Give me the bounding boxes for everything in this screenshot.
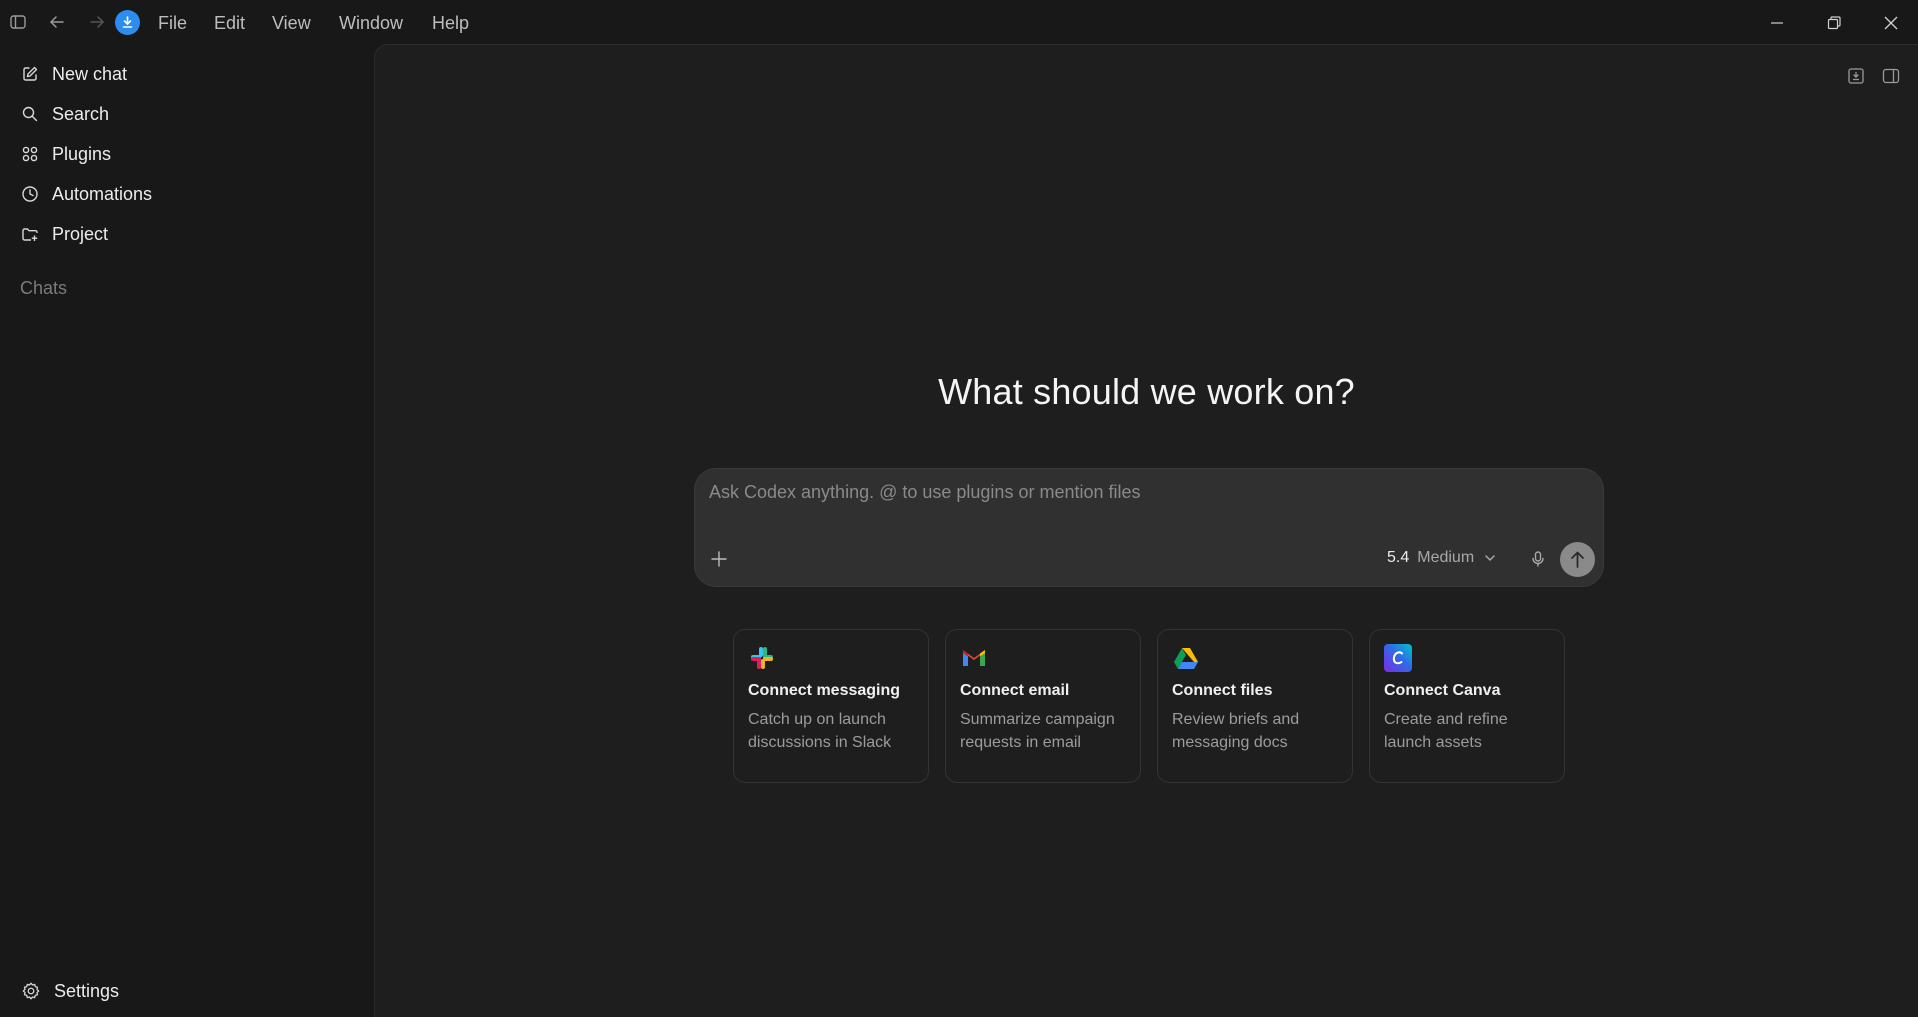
card-title: Connect messaging (748, 682, 901, 699)
main-panel: What should we work on? Ask Codex anythi… (374, 44, 1918, 1017)
sidebar-item-new-chat[interactable]: New chat (20, 59, 127, 89)
sidebar-item-automations[interactable]: Automations (20, 179, 152, 209)
forward-arrow-icon[interactable] (87, 12, 107, 32)
gmail-icon (960, 644, 988, 672)
sidebar-item-label: Plugins (52, 143, 112, 164)
card-title: Connect files (1172, 682, 1273, 699)
back-arrow-icon[interactable] (47, 12, 67, 32)
sidebar-item-label: Search (52, 103, 110, 124)
menu-help[interactable]: Help (432, 13, 469, 34)
edit-icon (20, 64, 40, 84)
sidebar-item-label: Project (52, 223, 109, 244)
canva-icon (1384, 644, 1412, 672)
connect-canva-card[interactable]: Connect Canva Create and refine launch a… (1369, 629, 1565, 783)
add-attachment-icon[interactable] (707, 547, 731, 571)
folder-plus-icon (20, 224, 40, 244)
send-button[interactable] (1560, 542, 1595, 577)
sidebar-item-label: New chat (52, 63, 128, 84)
title-bar: File Edit View Window Help (0, 0, 1918, 44)
menu-file[interactable]: File (158, 13, 187, 34)
sidebar-item-label: Automations (52, 183, 153, 204)
model-version: 5.4 (1387, 549, 1410, 566)
clock-icon (20, 184, 40, 204)
card-description: Catch up on launch discussions in Slack (748, 711, 892, 751)
chats-section-label: Chats (20, 278, 68, 298)
card-description: Review briefs and messaging docs (1172, 711, 1300, 751)
connect-files-card[interactable]: Connect files Review briefs and messagin… (1157, 629, 1353, 783)
sidebar-item-project[interactable]: Project (20, 219, 108, 249)
page-title: What should we work on? (938, 371, 1355, 412)
reasoning-effort: Medium (1417, 549, 1475, 566)
card-description: Create and refine launch assets (1384, 711, 1508, 751)
connector-cards: Connect messaging Catch up on launch dis… (733, 629, 1565, 783)
settings-button[interactable]: Settings (20, 976, 119, 1006)
settings-label: Settings (54, 980, 120, 1001)
chevron-down-icon (1482, 550, 1498, 566)
menu-view[interactable]: View (272, 13, 311, 34)
minimize-icon[interactable] (1765, 11, 1789, 35)
slack-icon (748, 644, 776, 672)
connect-messaging-card[interactable]: Connect messaging Catch up on launch dis… (733, 629, 929, 783)
card-title: Connect email (960, 682, 1070, 699)
sidebar-toggle-icon[interactable] (8, 12, 28, 32)
card-title: Connect Canva (1384, 682, 1501, 699)
menu-window[interactable]: Window (339, 13, 403, 34)
sidebar-item-plugins[interactable]: Plugins (20, 139, 111, 169)
gear-icon (20, 980, 42, 1002)
connect-email-card[interactable]: Connect email Summarize campaign request… (945, 629, 1141, 783)
prompt-composer: Ask Codex anything. @ to use plugins or … (694, 468, 1604, 587)
google-drive-icon (1172, 644, 1200, 672)
prompt-input[interactable]: Ask Codex anything. @ to use plugins or … (709, 482, 1141, 503)
terminal-panel-icon[interactable] (1845, 65, 1867, 87)
microphone-icon[interactable] (1527, 548, 1549, 570)
card-description: Summarize campaign requests in email (960, 711, 1115, 751)
download-update-icon[interactable] (115, 10, 140, 35)
close-icon[interactable] (1879, 11, 1903, 35)
restore-icon[interactable] (1822, 11, 1846, 35)
side-panel-toggle-icon[interactable] (1880, 65, 1902, 87)
grid-icon (20, 144, 40, 164)
sidebar-item-search[interactable]: Search (20, 99, 109, 129)
model-selector[interactable]: 5.4 Medium (1387, 549, 1498, 567)
search-icon (20, 104, 40, 124)
menu-edit[interactable]: Edit (214, 13, 245, 34)
